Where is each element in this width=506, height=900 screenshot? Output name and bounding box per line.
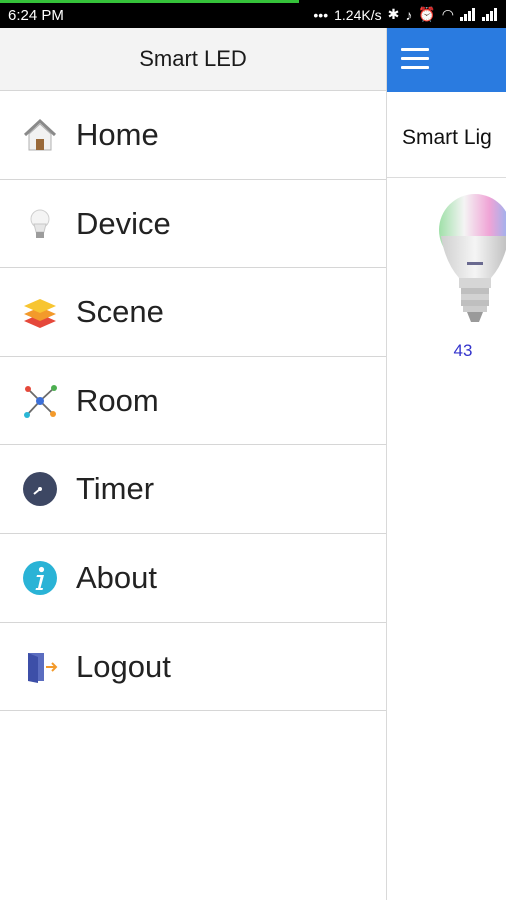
status-icons: ••• 1.24K/s ✱ ♪ ⏰ ◠ (313, 6, 498, 23)
signal-icon (460, 8, 476, 21)
menu-item-device[interactable]: Device (0, 180, 386, 269)
home-icon (23, 118, 57, 151)
bulb-icon (30, 209, 50, 238)
alarm-icon: ⏰ (418, 6, 436, 22)
wifi-icon: ◠ (441, 6, 454, 22)
rgb-bulb-icon (439, 194, 506, 322)
navigation-drawer: Smart LED Home Device Scene Room Timer A… (0, 28, 386, 900)
menu-item-label: Logout (76, 648, 171, 684)
menu-item-home[interactable]: Home (0, 91, 386, 180)
drawer-header: Smart LED (0, 28, 386, 91)
network-speed: 1.24K/s (334, 6, 382, 23)
network-icon (24, 384, 57, 418)
subheader-title: Smart Lig (402, 126, 492, 149)
device-card[interactable]: 43 (427, 192, 506, 361)
menu-item-label: Home (76, 117, 159, 152)
bluetooth-icon: ✱ (387, 6, 400, 22)
menu-item-timer[interactable]: Timer (0, 445, 386, 534)
menu-item-logout[interactable]: Logout (0, 623, 386, 712)
device-label: 43 (453, 341, 473, 360)
menu-item-scene[interactable]: Scene (0, 268, 386, 357)
clock-icon (23, 472, 57, 507)
menu-item-label: Scene (76, 294, 164, 330)
menu-item-room[interactable]: Room (0, 357, 386, 446)
menu-item-label: Room (76, 382, 159, 418)
main-panel: Smart Lig 43 (386, 28, 506, 900)
drawer-title: Smart LED (139, 46, 247, 71)
info-icon (23, 560, 57, 595)
status-bar: 6:24 PM ••• 1.24K/s ✱ ♪ ⏰ ◠ (0, 0, 506, 28)
download-progress-bar (0, 0, 299, 3)
logout-door-icon (28, 652, 58, 683)
menu-item-label: Timer (76, 471, 155, 507)
app-bar (387, 28, 506, 92)
menu-icon[interactable] (401, 48, 431, 70)
more-dots-icon: ••• (313, 6, 329, 23)
menu-item-label: About (76, 559, 158, 595)
layers-icon (24, 299, 56, 329)
signal-icon-2 (482, 8, 498, 21)
mute-icon: ♪ (405, 6, 413, 23)
menu-item-about[interactable]: About (0, 534, 386, 623)
status-time: 6:24 PM (8, 7, 64, 24)
menu-item-label: Device (76, 205, 171, 241)
subheader: Smart Lig (387, 92, 506, 178)
